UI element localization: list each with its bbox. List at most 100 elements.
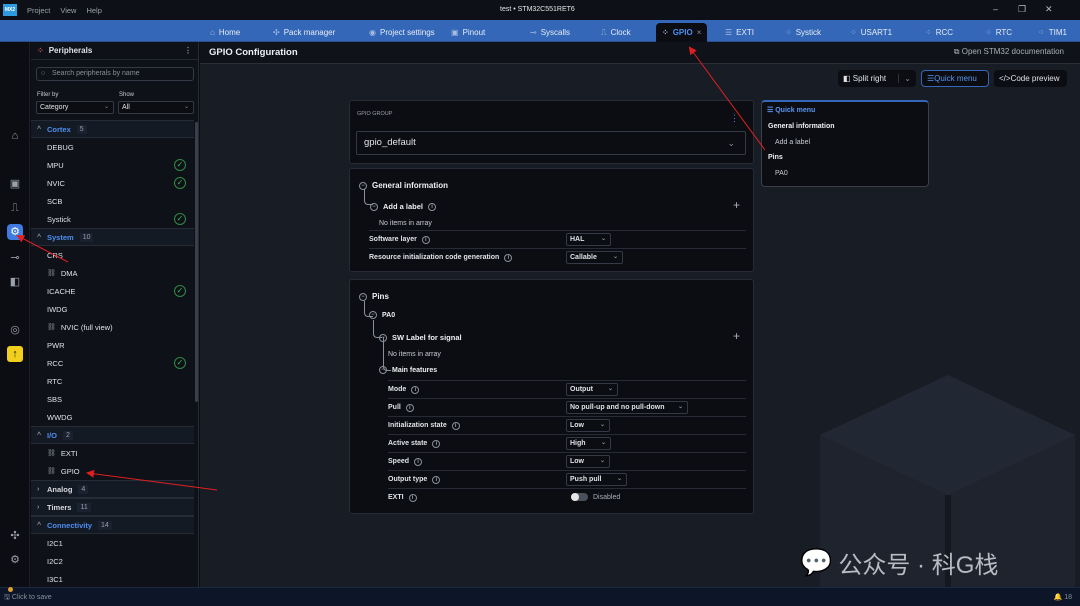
quick-menu-item[interactable]: Add a label bbox=[775, 139, 810, 146]
peripheral-item[interactable]: RCC ✓ bbox=[31, 354, 194, 372]
collapse-icon[interactable]: − bbox=[370, 202, 378, 211]
menu-view[interactable]: View bbox=[60, 6, 76, 15]
exti-toggle[interactable] bbox=[571, 493, 588, 501]
show-select[interactable]: All ⌄ bbox=[118, 101, 194, 114]
info-icon[interactable]: i bbox=[504, 254, 513, 262]
minimize-icon[interactable]: – bbox=[993, 4, 998, 14]
tab-rtc[interactable]: ⁘ RTC bbox=[985, 23, 1012, 42]
tab-usart1[interactable]: ⁘ USART1 bbox=[850, 23, 892, 42]
add-icon[interactable]: + bbox=[733, 198, 740, 212]
split-right-button[interactable]: ◧ Split right ⌄ bbox=[838, 70, 916, 87]
peripheral-item[interactable]: NVIC ✓ bbox=[31, 174, 194, 192]
filter-select[interactable]: Category ⌄ bbox=[36, 101, 114, 114]
peripheral-item[interactable]: ⛓ DMA bbox=[31, 264, 194, 282]
tab-rcc[interactable]: ⁘ RCC bbox=[925, 23, 953, 42]
more-icon[interactable]: ⋮ bbox=[730, 113, 739, 124]
settings-icon[interactable]: ⚙ bbox=[7, 552, 23, 568]
maximize-icon[interactable]: ❐ bbox=[1018, 4, 1026, 15]
main-features-section[interactable]: − Main features bbox=[379, 366, 437, 374]
chip-icon[interactable]: ▣ bbox=[7, 176, 23, 192]
pins-section[interactable]: − Pins bbox=[359, 292, 389, 301]
peripheral-item[interactable]: ⛓ NVIC (full view) bbox=[31, 318, 194, 336]
chevron-down-icon[interactable]: ⌄ bbox=[898, 74, 911, 83]
collapse-icon[interactable]: − bbox=[369, 311, 377, 319]
info-icon[interactable]: i bbox=[451, 422, 460, 430]
tab-clock[interactable]: ⎍ Clock bbox=[601, 23, 631, 42]
target-icon[interactable]: ◎ bbox=[7, 322, 23, 338]
clock-signal-icon[interactable]: ⎍ bbox=[7, 200, 23, 216]
tab-pack-manager[interactable]: ✣ Pack manager bbox=[273, 23, 335, 42]
peripheral-item[interactable]: ICACHE ✓ bbox=[31, 282, 194, 300]
software-layer-select[interactable]: HAL ⌄ bbox=[566, 233, 611, 246]
save-button[interactable]: 🖫 Click to save bbox=[4, 593, 52, 604]
resource-init-select[interactable]: Callable ⌄ bbox=[566, 251, 623, 264]
peripheral-item[interactable]: SBS bbox=[31, 390, 194, 408]
peripheral-item[interactable]: CRS bbox=[31, 246, 194, 264]
peripheral-item[interactable]: I3C1 bbox=[31, 570, 194, 587]
peripheral-item[interactable]: SCB bbox=[31, 192, 194, 210]
info-icon[interactable]: i bbox=[432, 440, 441, 448]
field-select[interactable]: Low ⌄ bbox=[566, 455, 610, 468]
field-select[interactable]: No pull-up and no pull-down ⌄ bbox=[566, 401, 688, 414]
sw-label-section[interactable]: − SW Label for signal bbox=[379, 333, 462, 342]
peripheral-item[interactable]: PWR bbox=[31, 336, 194, 354]
info-icon[interactable]: i bbox=[421, 236, 430, 244]
menu-project[interactable]: Project bbox=[27, 6, 50, 15]
info-icon[interactable]: i bbox=[405, 404, 414, 412]
quick-menu-item[interactable]: PA0 bbox=[775, 170, 788, 177]
connection-icon[interactable]: ⊸ bbox=[7, 250, 23, 266]
code-preview-button[interactable]: </> Code preview bbox=[994, 70, 1067, 87]
collapse-icon[interactable]: − bbox=[379, 366, 387, 374]
peripheral-item[interactable]: IWDG bbox=[31, 300, 194, 318]
collapse-icon[interactable]: − bbox=[379, 333, 387, 342]
quick-menu-item[interactable]: Pins bbox=[768, 154, 783, 161]
field-select[interactable]: Low ⌄ bbox=[566, 419, 610, 432]
group-cortex[interactable]: ^ Cortex 5 bbox=[31, 120, 194, 138]
peripheral-item[interactable]: ⛓ EXTI bbox=[31, 444, 194, 462]
tab-pinout[interactable]: ▣ Pinout bbox=[451, 23, 485, 42]
close-tab-icon[interactable]: × bbox=[697, 28, 702, 37]
peripheral-item[interactable]: RTC bbox=[31, 372, 194, 390]
tab-home[interactable]: ⌂ Home bbox=[210, 23, 240, 42]
close-icon[interactable]: ✕ bbox=[1045, 4, 1053, 15]
tab-project-settings[interactable]: ◉ Project settings bbox=[369, 23, 435, 42]
peripheral-item[interactable]: I2C1 bbox=[31, 534, 194, 552]
info-icon[interactable]: i bbox=[428, 202, 437, 211]
peripheral-item[interactable]: Systick ✓ bbox=[31, 210, 194, 228]
board-icon[interactable]: ◧ bbox=[7, 274, 23, 290]
notifications-button[interactable]: 🔔 18 bbox=[1054, 593, 1072, 601]
field-select[interactable]: Output ⌄ bbox=[566, 383, 618, 396]
add-label-section[interactable]: − Add a label i bbox=[370, 202, 437, 211]
upgrade-icon[interactable]: ↑ bbox=[7, 346, 23, 362]
scrollbar[interactable] bbox=[195, 122, 198, 402]
collapse-icon[interactable]: − bbox=[359, 292, 367, 301]
peripheral-item[interactable]: I2C2 bbox=[31, 552, 194, 570]
puzzle-icon[interactable]: ✣ bbox=[7, 528, 23, 544]
group-connectivity[interactable]: ^ Connectivity 14 bbox=[31, 516, 194, 534]
group-system[interactable]: ^ System 10 bbox=[31, 228, 194, 246]
tab-systick[interactable]: ⁘ Systick bbox=[785, 23, 821, 42]
tab-gpio[interactable]: ⁘ GPIO × bbox=[656, 23, 708, 42]
info-icon[interactable]: i bbox=[414, 458, 423, 466]
group-io[interactable]: ^ I/O 2 bbox=[31, 426, 194, 444]
add-icon[interactable]: + bbox=[733, 329, 740, 343]
quick-menu-button[interactable]: ☰ Quick menu bbox=[921, 70, 989, 87]
peripheral-item[interactable]: ⛓ GPIO bbox=[31, 462, 194, 480]
general-information-section[interactable]: − General information bbox=[359, 181, 448, 190]
tab-tim1[interactable]: ⁘ TIM1 bbox=[1038, 23, 1067, 42]
gpio-group-select[interactable]: gpio_default ⌄ bbox=[356, 131, 746, 155]
quick-menu-item[interactable]: General information bbox=[768, 123, 835, 130]
peripheral-item[interactable]: WWDG bbox=[31, 408, 194, 426]
info-icon[interactable]: i bbox=[411, 386, 420, 394]
tab-syscalls[interactable]: ⊸ Syscalls bbox=[530, 23, 570, 42]
more-icon[interactable]: ⋮ bbox=[184, 46, 192, 55]
peripheral-item[interactable]: MPU ✓ bbox=[31, 156, 194, 174]
info-icon[interactable]: i bbox=[432, 476, 441, 484]
info-icon[interactable]: i bbox=[408, 494, 417, 502]
group-timers[interactable]: › Timers 11 bbox=[31, 498, 194, 516]
menu-help[interactable]: Help bbox=[86, 6, 101, 15]
field-select[interactable]: High ⌄ bbox=[566, 437, 611, 450]
group-analog[interactable]: › Analog 4 bbox=[31, 480, 194, 498]
search-input[interactable]: ○ Search peripherals by name bbox=[36, 67, 194, 81]
open-documentation-link[interactable]: ⧉ Open STM32 documentation bbox=[954, 47, 1064, 57]
